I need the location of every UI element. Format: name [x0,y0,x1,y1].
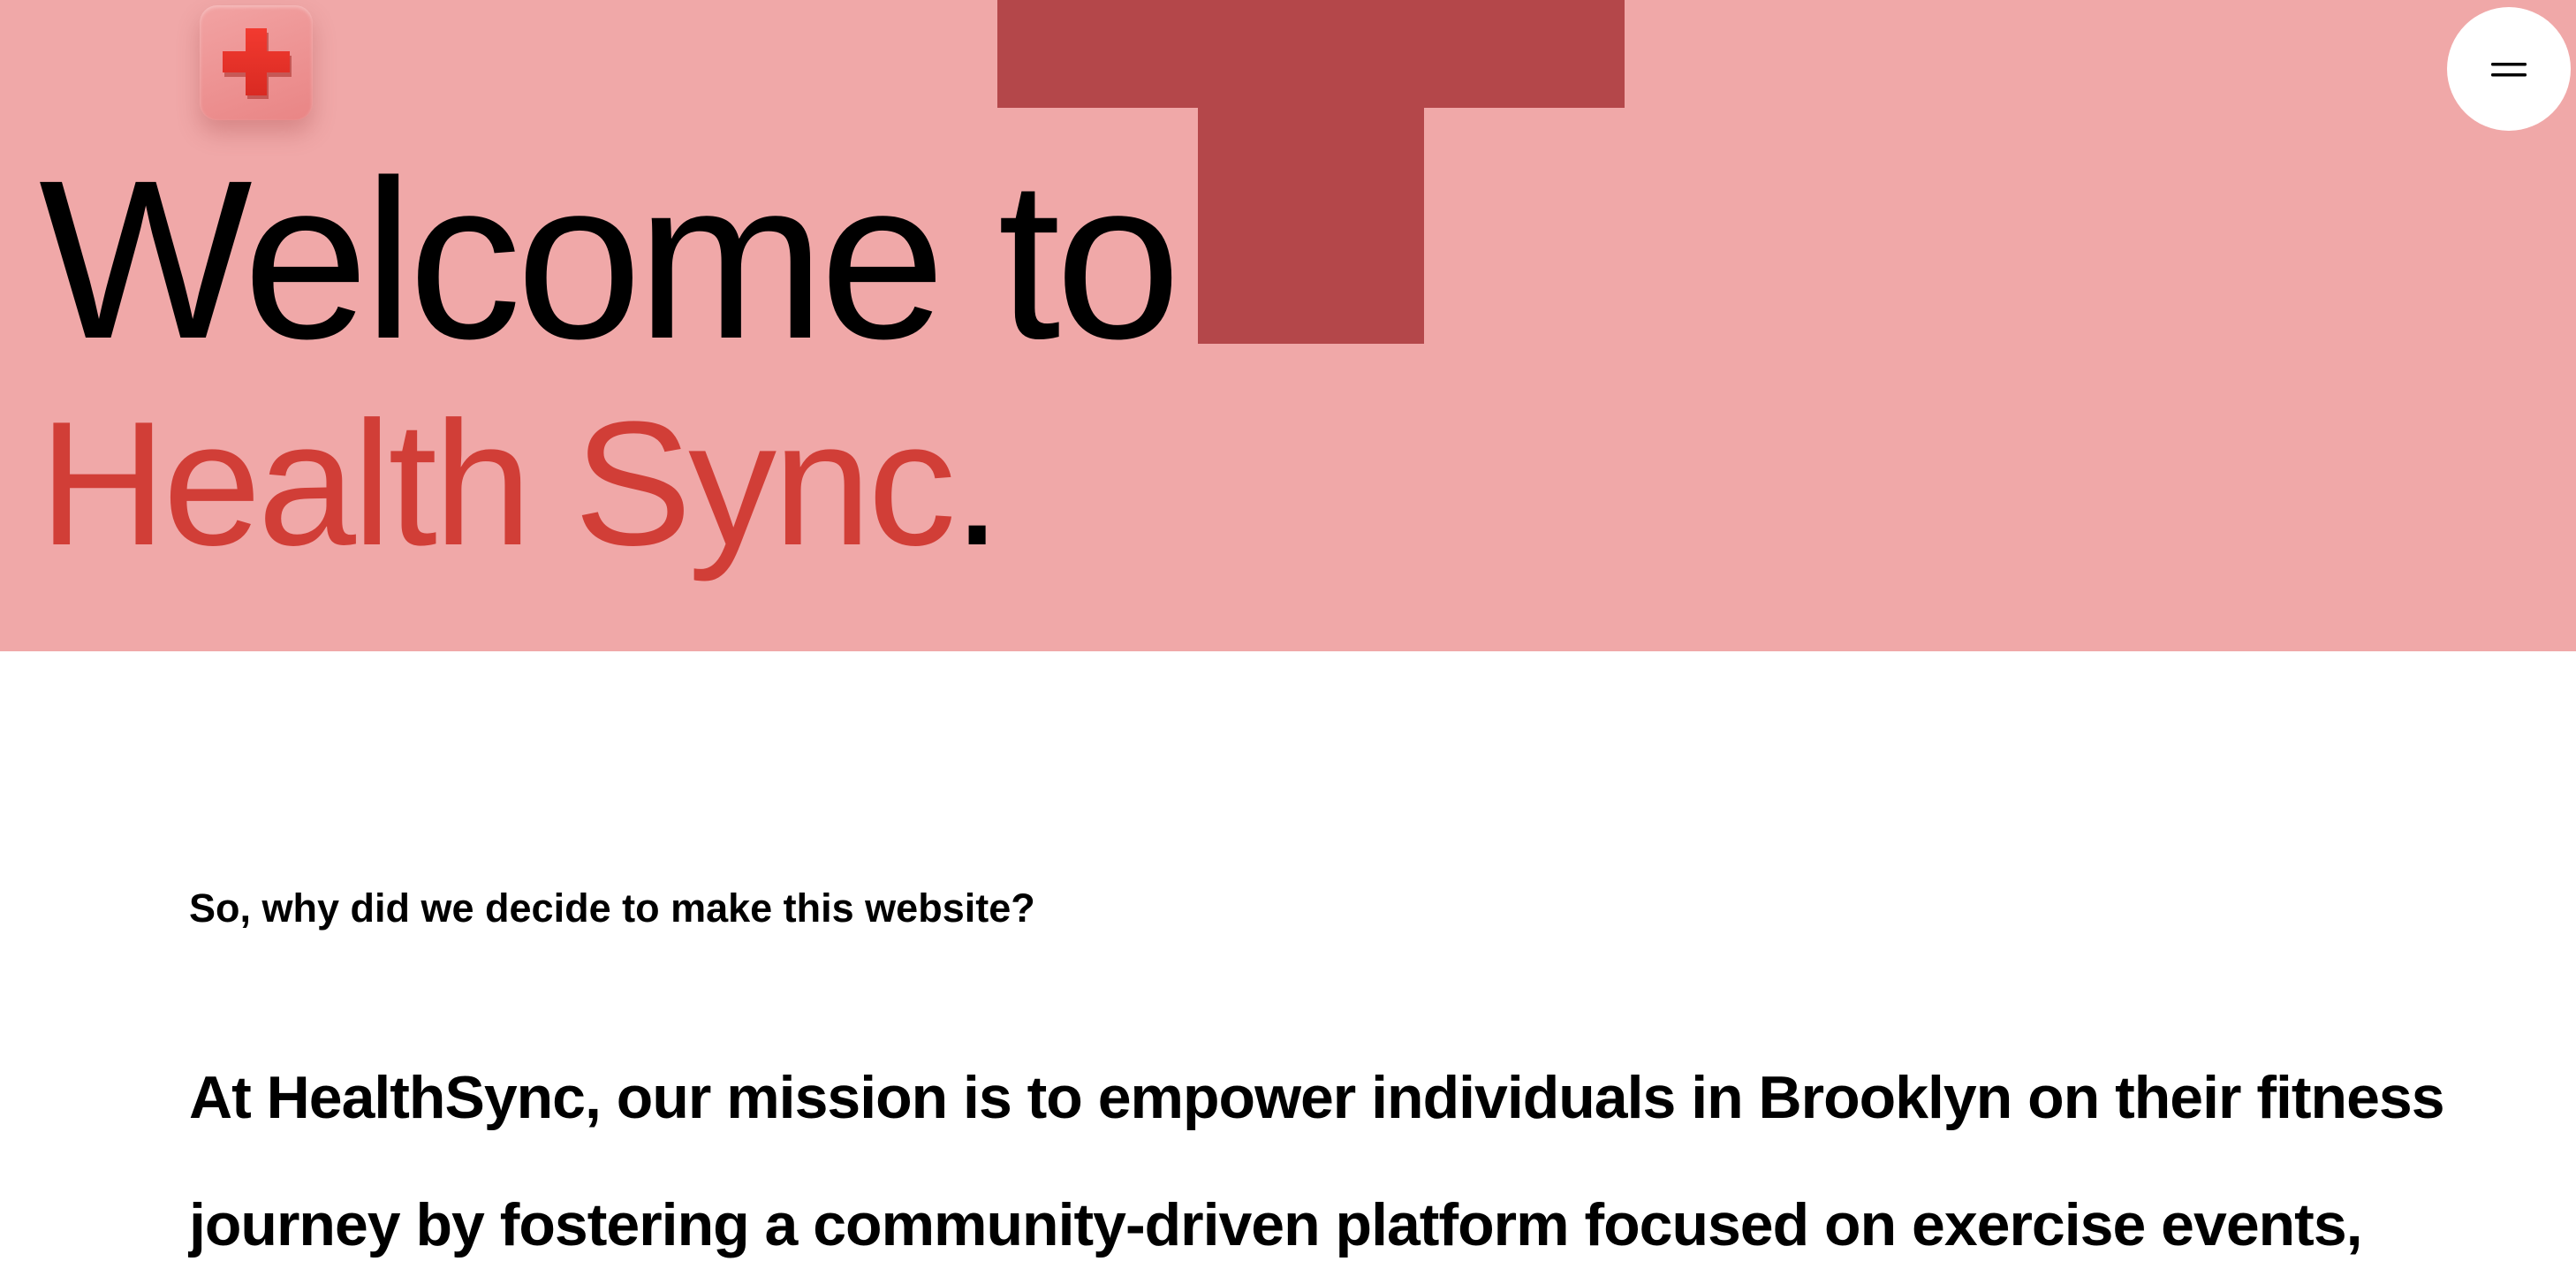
mission-line: At HealthSync, our mission is to empower… [189,1064,2445,1131]
logo-home-link[interactable] [200,5,313,120]
brand-name-text: Health Sync [39,385,956,582]
hero-title: Welcome to [39,133,1181,386]
hero-brand-name: Health Sync. [39,385,1002,582]
mission-line: journey by fostering a community-driven … [189,1191,2363,1258]
red-cross-icon [223,28,292,99]
section-question: So, why did we decide to make this websi… [189,885,1035,931]
menu-button[interactable] [2447,7,2571,131]
brand-period: . [952,385,1002,582]
hero-section: Welcome to Health Sync. [0,0,2576,651]
decorative-cross-vertical-bar [1198,0,1424,344]
mission-statement: At HealthSync, our mission is to empower… [189,1034,2557,1269]
page: Welcome to Health Sync. So, why did we d… [0,0,2576,1269]
menu-icon [2491,63,2527,77]
